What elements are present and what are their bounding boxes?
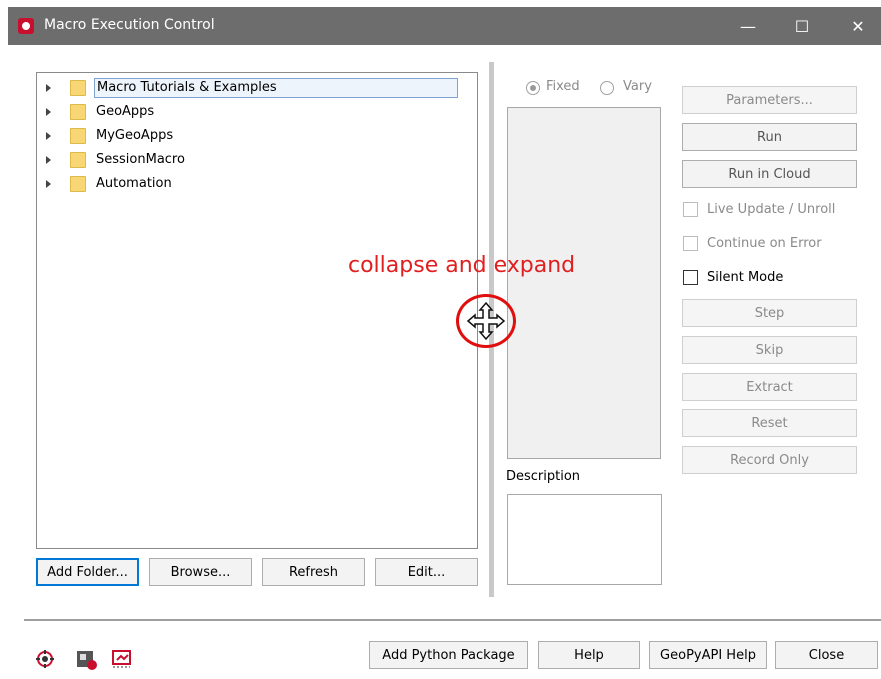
vary-radio[interactable] <box>600 81 614 95</box>
extract-button[interactable]: Extract <box>682 373 857 401</box>
continue-on-error-checkbox[interactable] <box>683 236 698 251</box>
refresh-button[interactable]: Refresh <box>262 558 365 586</box>
browse-button[interactable]: Browse... <box>149 558 252 586</box>
live-update-checkbox[interactable] <box>683 202 698 217</box>
maximize-button[interactable]: ☐ <box>779 7 825 45</box>
tree-item-label: GeoApps <box>96 104 155 119</box>
geopyapi-help-button[interactable]: GeoPyAPI Help <box>649 641 767 669</box>
fixed-radio-label: Fixed <box>546 79 580 94</box>
skip-button[interactable]: Skip <box>682 336 857 364</box>
folder-icon <box>70 152 86 168</box>
tree-item-mygeoapps[interactable]: MyGeoApps <box>37 125 477 147</box>
folder-icon <box>70 80 86 96</box>
expand-arrow-icon[interactable] <box>46 84 51 92</box>
description-box <box>507 494 662 585</box>
app-logo-icon <box>18 18 34 34</box>
vary-radio-label: Vary <box>623 79 652 94</box>
expand-arrow-icon[interactable] <box>46 156 51 164</box>
tree-item-geoapps[interactable]: GeoApps <box>37 101 477 123</box>
silent-mode-label: Silent Mode <box>707 270 784 285</box>
macro-tree[interactable]: Macro Tutorials & Examples GeoApps MyGeo… <box>36 72 478 549</box>
title-bar: Macro Execution Control — ☐ ✕ <box>8 7 881 45</box>
parameters-button[interactable]: Parameters... <box>682 86 857 114</box>
minimize-button[interactable]: — <box>725 7 771 45</box>
tree-item-macro-tutorials[interactable]: Macro Tutorials & Examples <box>37 77 477 99</box>
window-title: Macro Execution Control <box>44 17 215 33</box>
folder-icon <box>70 128 86 144</box>
expand-arrow-icon[interactable] <box>46 108 51 116</box>
screen-capture-icon[interactable] <box>111 648 133 670</box>
silent-mode-checkbox[interactable] <box>683 270 698 285</box>
fixed-radio[interactable] <box>526 81 540 95</box>
continue-on-error-label: Continue on Error <box>707 236 822 251</box>
settings-gear-icon[interactable] <box>34 648 56 670</box>
expand-arrow-icon[interactable] <box>46 180 51 188</box>
annotation-text: collapse and expand <box>348 253 576 278</box>
description-label: Description <box>506 469 581 484</box>
close-window-button[interactable]: ✕ <box>835 7 881 45</box>
run-in-cloud-button[interactable]: Run in Cloud <box>682 160 857 188</box>
expand-arrow-icon[interactable] <box>46 132 51 140</box>
edit-button[interactable]: Edit... <box>375 558 478 586</box>
step-button[interactable]: Step <box>682 299 857 327</box>
tree-item-label: SessionMacro <box>96 152 185 167</box>
reset-button[interactable]: Reset <box>682 409 857 437</box>
record-only-button[interactable]: Record Only <box>682 446 857 474</box>
add-folder-button[interactable]: Add Folder... <box>36 558 139 586</box>
close-button[interactable]: Close <box>775 641 878 669</box>
add-python-package-button[interactable]: Add Python Package <box>369 641 528 669</box>
resize-cursor-icon <box>456 294 516 348</box>
tree-item-sessionmacro[interactable]: SessionMacro <box>37 149 477 171</box>
macro-record-icon[interactable] <box>76 649 98 671</box>
parameter-list[interactable] <box>507 107 661 459</box>
tree-item-label: Macro Tutorials & Examples <box>94 78 458 98</box>
tree-item-automation[interactable]: Automation <box>37 173 477 195</box>
footer-separator <box>24 619 881 621</box>
help-button[interactable]: Help <box>538 641 640 669</box>
folder-icon <box>70 176 86 192</box>
folder-icon <box>70 104 86 120</box>
run-button[interactable]: Run <box>682 123 857 151</box>
live-update-label: Live Update / Unroll <box>707 202 836 217</box>
tree-item-label: MyGeoApps <box>96 128 174 143</box>
tree-item-label: Automation <box>96 176 172 191</box>
